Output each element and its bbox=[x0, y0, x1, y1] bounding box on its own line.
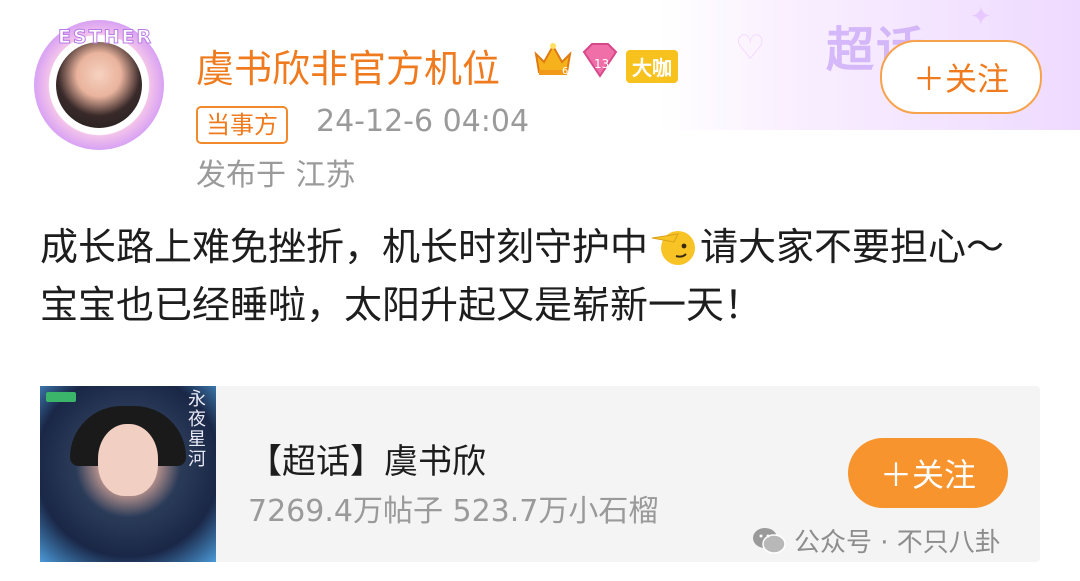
author-name[interactable]: 虞书欣非官方机位 bbox=[196, 38, 500, 93]
avatar-frame-text: ESTHER bbox=[57, 26, 154, 49]
crown-icon: 6 bbox=[534, 43, 572, 77]
cover-title: 永夜星河 bbox=[188, 389, 206, 470]
avatar-photo bbox=[56, 42, 142, 128]
level-badge-text: 13 bbox=[594, 57, 609, 71]
avatar[interactable]: ESTHER bbox=[34, 20, 164, 150]
wechat-icon bbox=[753, 527, 786, 554]
daka-badge: 大咖 bbox=[626, 50, 678, 83]
watermark: 公众号 · 不只八卦 bbox=[752, 522, 1001, 559]
salute-emoji-icon bbox=[648, 224, 700, 268]
topic-cover-image: 永夜星河 bbox=[40, 386, 216, 562]
post-location: 发布于 江苏 bbox=[196, 158, 356, 193]
svg-text:6: 6 bbox=[562, 66, 568, 77]
follow-button[interactable]: ＋关注 bbox=[880, 40, 1042, 114]
cover-logo bbox=[46, 392, 76, 402]
role-tag: 当事方 bbox=[196, 106, 288, 144]
topic-follow-button[interactable]: ＋关注 bbox=[848, 438, 1008, 508]
topic-title: 【超话】虞书欣 bbox=[248, 442, 486, 482]
cover-face bbox=[98, 424, 158, 496]
level-badge-icon: 13 bbox=[582, 43, 618, 78]
heart-icon: ♡ bbox=[735, 28, 766, 68]
post-text-part1: 成长路上难免挫折，机长时刻守护中 bbox=[40, 225, 649, 269]
sparkle-icon: ✦ bbox=[970, 2, 992, 32]
post-content: 成长路上难免挫折，机长时刻守护中 请大家不要担心～ 宝宝也已经睡啦，太阳升起又是… bbox=[40, 218, 1050, 334]
post-time: 24-12-6 04:04 bbox=[316, 104, 530, 139]
topic-stats: 7269.4万帖子 523.7万小石榴 bbox=[248, 494, 659, 529]
watermark-text: 公众号 · 不只八卦 bbox=[794, 528, 1001, 558]
